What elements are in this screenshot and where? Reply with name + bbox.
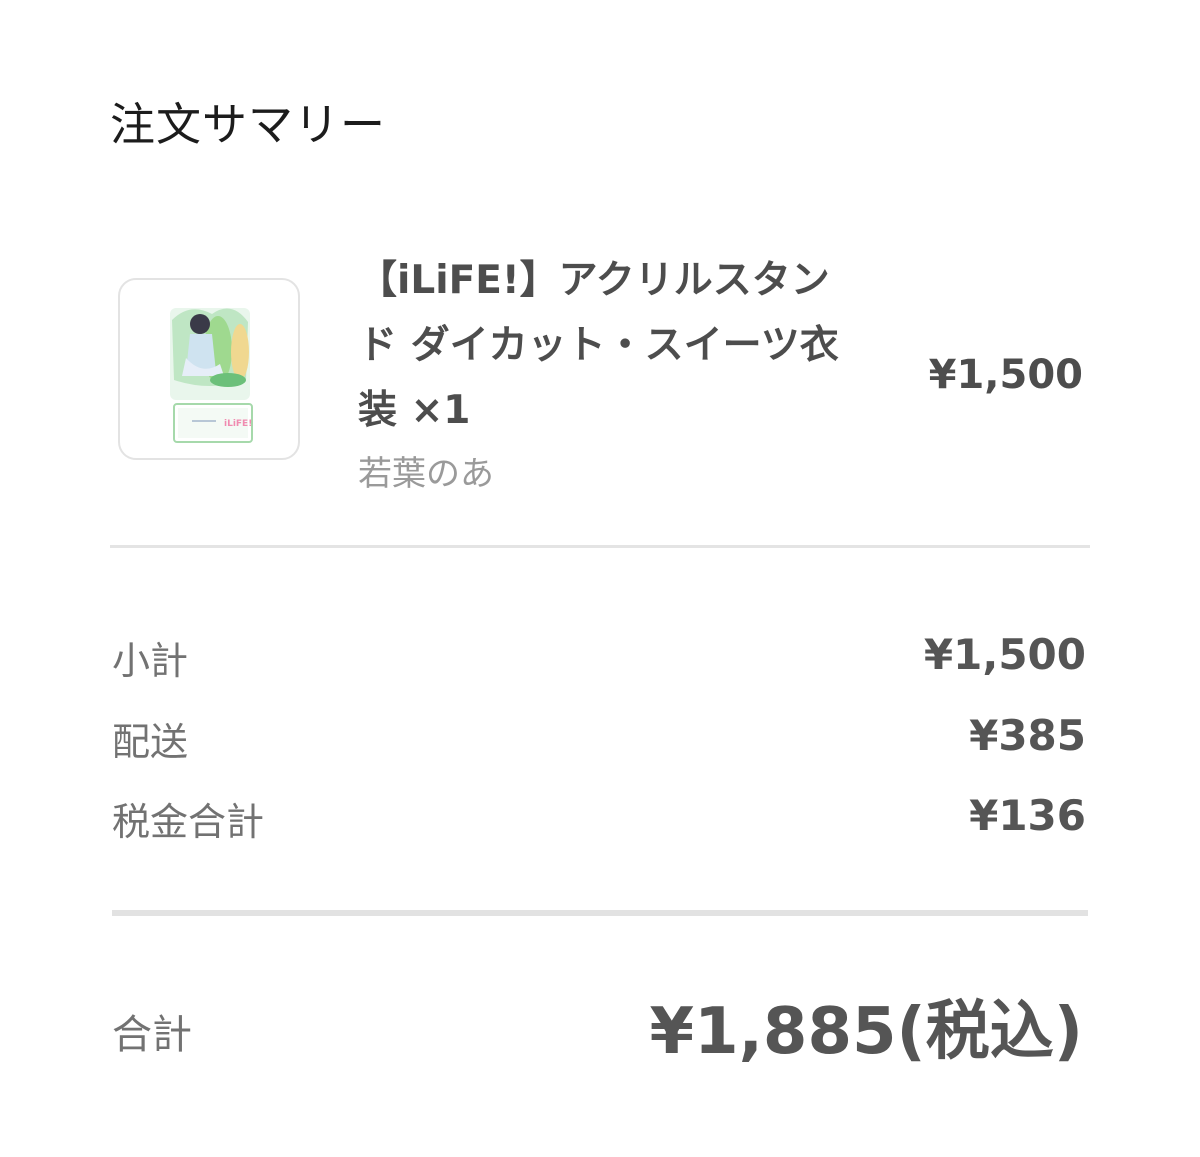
total-value: ¥1,885(税込) [649,995,1083,1069]
cost-label: 配送 [112,720,189,764]
cost-value: ¥136 [969,791,1086,840]
cost-row-subtotal: 小計 ¥1,500 [112,630,1086,690]
divider [112,910,1088,916]
product-price: ¥1,500 [928,352,1083,398]
order-summary-title: 注文サマリー [110,98,387,151]
product-thumbnail[interactable]: iLiFE! [118,278,300,460]
acrylic-stand-image: iLiFE! [170,308,253,443]
cost-row-tax: 税金合計 ¥136 [112,791,1086,851]
cost-label: 税金合計 [112,800,265,844]
divider [110,545,1090,548]
cost-row-shipping: 配送 ¥385 [112,711,1086,771]
cost-value: ¥1,500 [923,630,1086,679]
product-name[interactable]: 【iLiFE!】アクリルスタンド ダイカット・スイーツ衣装 ×1 [358,248,868,443]
total-label: 合計 [112,1012,192,1058]
cost-value: ¥385 [969,711,1086,760]
thumbnail-logo-text: iLiFE! [224,419,252,429]
product-vendor: 若葉のあ [358,454,494,494]
cost-label: 小計 [112,639,189,683]
